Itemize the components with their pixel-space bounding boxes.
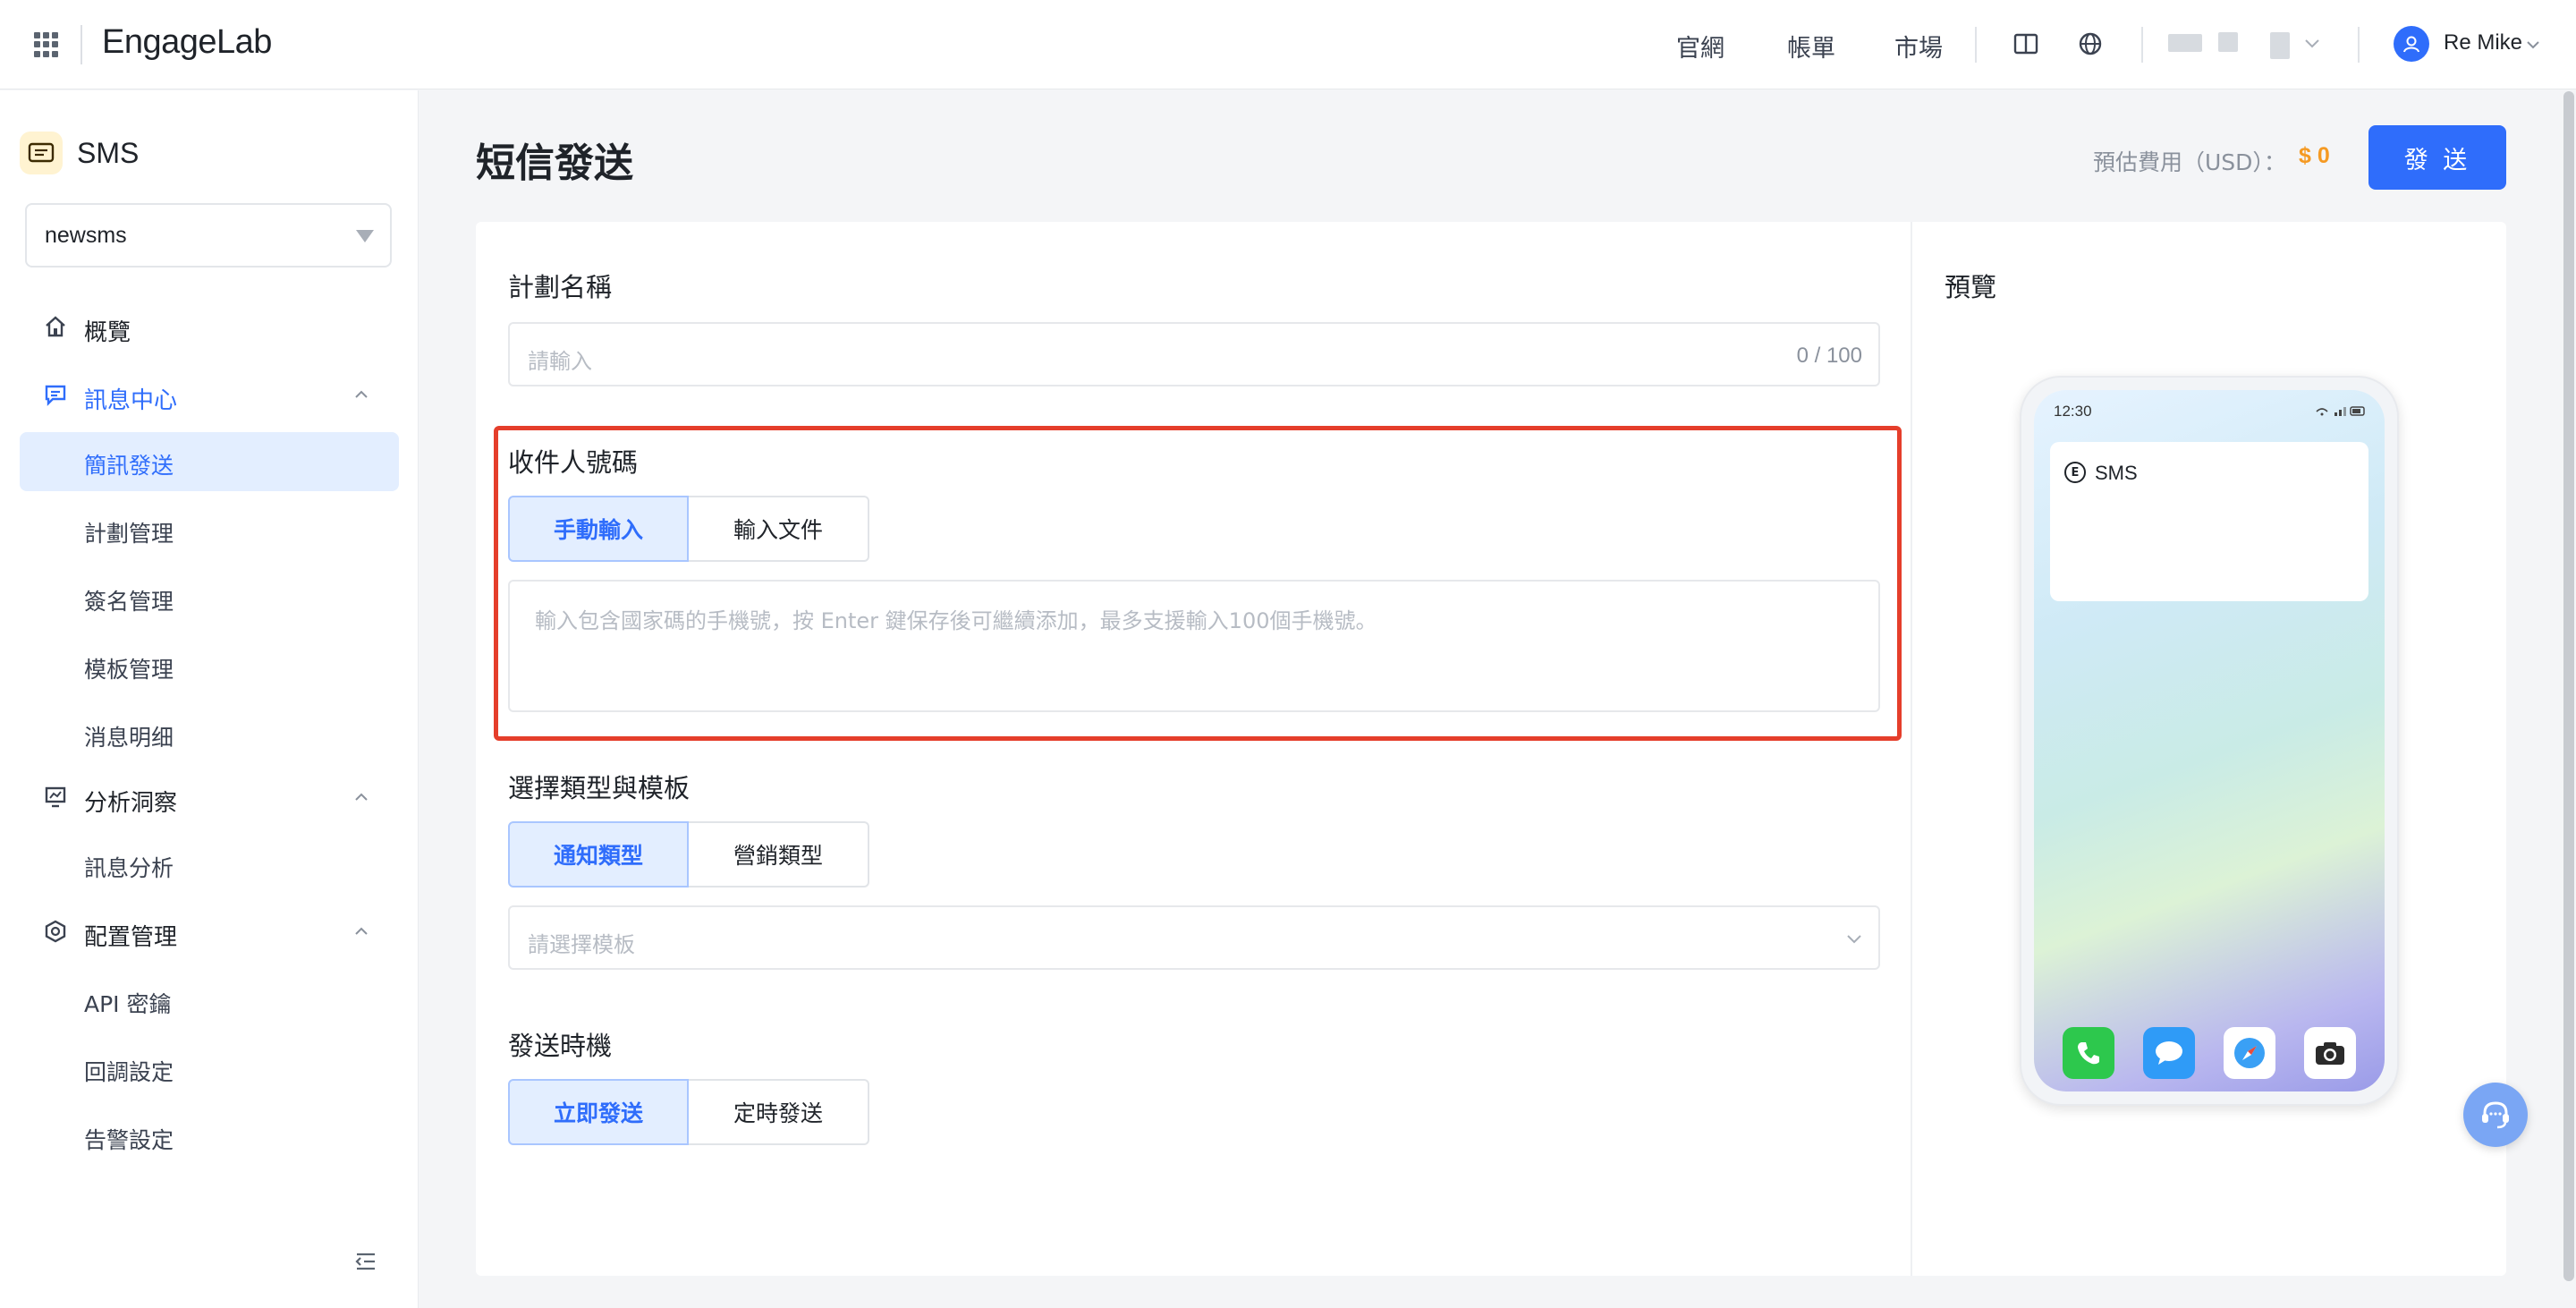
browser-app-icon	[2224, 1027, 2275, 1079]
page-scrollbar[interactable]	[2563, 91, 2574, 1281]
chart-icon	[45, 786, 66, 808]
sms-product-icon	[20, 132, 63, 174]
user-name[interactable]: Re Mike	[2444, 30, 2522, 55]
sidebar-item-label: 訊息分析	[84, 855, 174, 881]
chevron-down-icon[interactable]	[2526, 39, 2540, 50]
timing-label: 發送時機	[508, 1031, 613, 1061]
divider	[80, 25, 82, 64]
preview-label: 預覽	[1945, 272, 1997, 302]
notification-app-name: SMS	[2095, 462, 2138, 484]
template-select[interactable]: 請選擇模板	[508, 905, 1880, 970]
sidebar-group-label: 分析洞察	[84, 790, 178, 817]
sidebar-group-label: 訊息中心	[84, 387, 178, 414]
support-button[interactable]	[2463, 1083, 2528, 1147]
sidebar-item-overview[interactable]: 概覽	[0, 302, 419, 352]
app-badge-icon: E	[2064, 462, 2086, 483]
nav-official-site[interactable]: 官網	[1676, 29, 1724, 64]
plan-name-label: 計劃名稱	[508, 272, 613, 302]
sidebar-item-label: 告警設定	[84, 1127, 174, 1153]
tab-send-now[interactable]: 立即發送	[508, 1079, 689, 1145]
divider	[2358, 27, 2360, 63]
collapse-sidebar-icon[interactable]	[354, 1250, 377, 1273]
divider	[1975, 27, 1977, 63]
app-select-value: newsms	[45, 223, 127, 248]
sidebar-group-label: 配置管理	[84, 924, 178, 951]
caret-down-icon	[356, 230, 374, 242]
sidebar-item-plan-management[interactable]: 計劃管理	[20, 500, 399, 559]
sidebar-group-message-center[interactable]: 訊息中心	[0, 369, 419, 420]
sidebar-item-label: 概覽	[84, 319, 131, 346]
redacted-block	[2168, 34, 2202, 52]
sidebar-item-label: 消息明细	[84, 725, 174, 751]
cost-label: 預估費用（USD）：	[2093, 149, 2286, 175]
sms-notification-card: E SMS	[2050, 442, 2368, 601]
chevron-down-icon[interactable]	[2304, 38, 2320, 50]
camera-app-icon	[2304, 1027, 2356, 1079]
avatar[interactable]	[2394, 26, 2429, 62]
plan-name-input[interactable]: 請輸入 0 / 100	[508, 322, 1880, 386]
plan-name-placeholder: 請輸入	[528, 349, 592, 374]
settings-icon	[45, 920, 66, 943]
headset-icon	[2482, 1101, 2509, 1129]
sidebar-item-label: 簡訊發送	[84, 453, 174, 479]
status-bar-icons	[2316, 406, 2365, 416]
sidebar-item-label: API 密鑰	[84, 991, 172, 1017]
sidebar-item-label: 計劃管理	[84, 521, 174, 547]
sidebar: SMS newsms 概覽 訊息中心 簡訊發送 計劃管理 簽名管理 模板管理 消…	[0, 90, 419, 1308]
top-bar: EngageLab 官網 帳單 市場 Re Mike	[0, 0, 2576, 89]
redacted-block[interactable]	[2270, 32, 2290, 59]
sidebar-item-template-management[interactable]: 模板管理	[20, 636, 399, 695]
sidebar-item-alert-settings[interactable]: 告警設定	[20, 1107, 399, 1166]
tab-scheduled-send[interactable]: 定時發送	[689, 1079, 869, 1145]
cost-value: $ 0	[2299, 143, 2330, 168]
divider	[1911, 222, 1912, 1276]
sidebar-item-label: 簽名管理	[84, 589, 174, 615]
user-icon	[2403, 36, 2419, 53]
redacted-block	[2218, 32, 2238, 52]
highlight-box	[494, 426, 1902, 741]
phone-screen: 12:30 E SMS	[2034, 390, 2385, 1091]
phone-app-icon	[2063, 1027, 2114, 1079]
sidebar-item-label: 回調設定	[84, 1059, 174, 1085]
template-label: 選擇類型與模板	[508, 773, 691, 803]
apps-grid-icon[interactable]	[34, 32, 59, 57]
tab-notification-type[interactable]: 通知類型	[508, 821, 689, 888]
send-button[interactable]: 發 送	[2368, 125, 2506, 190]
home-icon	[46, 316, 65, 337]
globe-icon[interactable]	[2077, 30, 2104, 57]
sidebar-item-sms-send[interactable]: 簡訊發送	[20, 432, 399, 491]
template-placeholder: 請選擇模板	[528, 932, 635, 957]
chevron-up-icon	[355, 927, 368, 935]
chevron-up-icon	[355, 390, 368, 398]
phone-time: 12:30	[2054, 403, 2092, 420]
sidebar-item-api-keys[interactable]: API 密鑰	[20, 971, 399, 1030]
sidebar-item-message-analytics[interactable]: 訊息分析	[20, 835, 399, 894]
message-icon	[45, 385, 66, 406]
engagelab-logo[interactable]: EngageLab	[102, 23, 272, 62]
divider	[2141, 27, 2143, 63]
messages-app-icon	[2143, 1027, 2195, 1079]
tab-marketing-type[interactable]: 營銷類型	[689, 821, 869, 888]
book-icon[interactable]	[2012, 30, 2039, 57]
page-title: 短信發送	[476, 140, 633, 186]
sidebar-group-analytics[interactable]: 分析洞察	[0, 772, 419, 822]
phone-preview: 12:30 E SMS	[2020, 376, 2399, 1106]
nav-market[interactable]: 市場	[1894, 29, 1943, 64]
app-selector[interactable]: newsms	[25, 203, 392, 268]
chevron-up-icon	[355, 793, 368, 801]
sidebar-item-callback-settings[interactable]: 回調設定	[20, 1039, 399, 1098]
sidebar-group-configuration[interactable]: 配置管理	[0, 906, 419, 956]
nav-billing[interactable]: 帳單	[1787, 29, 1835, 64]
plan-name-counter: 0 / 100	[1796, 344, 1862, 368]
sidebar-item-signature-management[interactable]: 簽名管理	[20, 568, 399, 627]
product-title: SMS	[77, 137, 140, 169]
sidebar-item-message-details[interactable]: 消息明细	[20, 704, 399, 763]
chevron-down-icon	[1847, 935, 1861, 944]
sidebar-item-label: 模板管理	[84, 657, 174, 683]
